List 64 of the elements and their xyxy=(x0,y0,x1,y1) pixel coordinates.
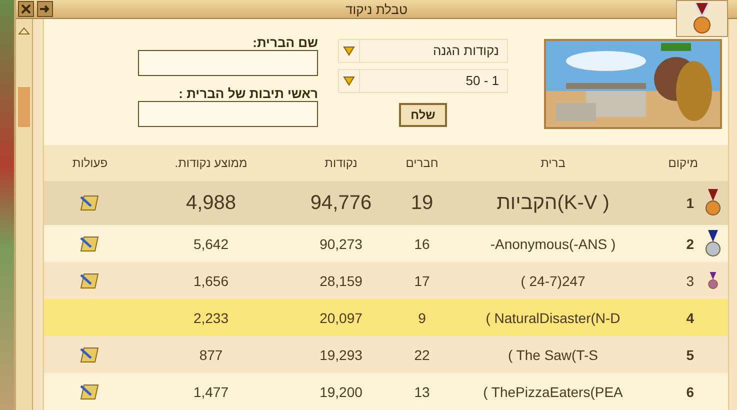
table-row[interactable]: 2,233 20,097 9 ( NaturalDisaster(N-D 4 xyxy=(44,299,728,336)
scroll-up-icon xyxy=(17,25,31,37)
exit-button[interactable] xyxy=(37,1,53,17)
members-cell-text: 17 xyxy=(413,272,431,288)
scroll-message-icon[interactable] xyxy=(79,272,101,290)
scroll-thumb[interactable] xyxy=(18,87,30,127)
points-cell-text: 28,159 xyxy=(318,272,364,288)
average-cell-text: 877 xyxy=(198,346,224,362)
rank-cell-text: 6 xyxy=(685,384,695,400)
send-button[interactable]: שלח xyxy=(398,103,448,127)
alliance-cell-text: ( The Saw(T-S xyxy=(507,346,599,362)
alliance-tag-label: ראשי תיבות של הברית : xyxy=(178,86,318,101)
medal-tab[interactable] xyxy=(676,0,728,37)
members-cell-text: 9 xyxy=(417,310,427,326)
category-dropdown[interactable]: נקודות הגנה xyxy=(338,39,508,63)
window-title: טבלת ניקוד xyxy=(344,2,408,16)
alliance-tag-field[interactable] xyxy=(138,101,318,127)
average-cell-text: 1,656 xyxy=(192,272,230,288)
table-row[interactable]: 1,477 19,200 13 ( ThePizzaEaters(PEA 6 xyxy=(44,373,728,410)
table-row[interactable]: 877 19,293 22 ( The Saw(T-S 5 xyxy=(44,336,728,373)
rank-cell-text: 5 xyxy=(685,346,695,362)
alliance-cell-text: ( ThePizzaEaters(PEA xyxy=(482,384,624,400)
average-cell-text: 1,477 xyxy=(192,384,230,400)
scroll-message-icon[interactable] xyxy=(79,346,101,364)
dropdown-arrow-icon xyxy=(343,76,355,86)
alliance-cell-text: ( NaturalDisaster(N-D xyxy=(484,310,622,326)
column-header: ממוצע נקודות. xyxy=(174,156,248,170)
points-cell-text: 94,776 xyxy=(309,192,373,214)
alliance-cell-text: הקביות(K-V ) xyxy=(496,192,610,214)
rank-cell-text: 2 xyxy=(685,236,695,252)
rank-cell-text: 1 xyxy=(685,195,695,211)
points-cell-text: 90,273 xyxy=(318,236,364,252)
range-dropdown[interactable]: 1 - 50 xyxy=(338,69,508,93)
points-cell-text: 19,200 xyxy=(318,384,364,400)
scroll-message-icon[interactable] xyxy=(79,234,101,252)
rank-cell-text: 3 xyxy=(685,272,695,288)
alliance-cell-text: ( 24-7)247 xyxy=(520,272,586,288)
arrow-icon xyxy=(39,3,51,15)
members-cell-text: 22 xyxy=(413,346,431,362)
column-header: פעולות xyxy=(71,156,109,170)
dropdown-arrow-icon xyxy=(343,46,355,56)
average-cell-text: 5,642 xyxy=(192,236,230,252)
rank-cell-text: 4 xyxy=(685,310,695,326)
alliance-name-label: שם הברית: xyxy=(252,35,318,50)
scroll-message-icon[interactable] xyxy=(79,194,101,212)
alliance-cell-text: -Anonymous(-ANS ) xyxy=(489,236,617,252)
column-header: ברית xyxy=(540,156,566,170)
column-header: נקודות xyxy=(324,156,358,170)
table-row[interactable]: 1,656 28,159 17 ( 24-7)247 3 xyxy=(44,262,728,299)
scrollbar[interactable] xyxy=(16,19,33,410)
alliance-name-field[interactable] xyxy=(138,50,318,76)
table-row[interactable]: 5,642 90,273 16 -Anonymous(-ANS ) 2 xyxy=(44,225,728,262)
members-cell-text: 16 xyxy=(413,236,431,252)
points-cell-text: 19,293 xyxy=(318,346,364,362)
members-cell-text: 13 xyxy=(413,384,431,400)
average-cell-text: 2,233 xyxy=(192,310,230,326)
close-icon xyxy=(20,3,32,15)
average-cell-text: 4,988 xyxy=(184,192,238,214)
column-header: חברים xyxy=(404,156,440,170)
column-header: מיקום xyxy=(667,156,698,170)
close-button[interactable] xyxy=(18,1,34,17)
members-cell-text: 19 xyxy=(410,192,434,214)
scroll-message-icon[interactable] xyxy=(79,382,101,400)
points-cell-text: 20,097 xyxy=(318,310,364,326)
